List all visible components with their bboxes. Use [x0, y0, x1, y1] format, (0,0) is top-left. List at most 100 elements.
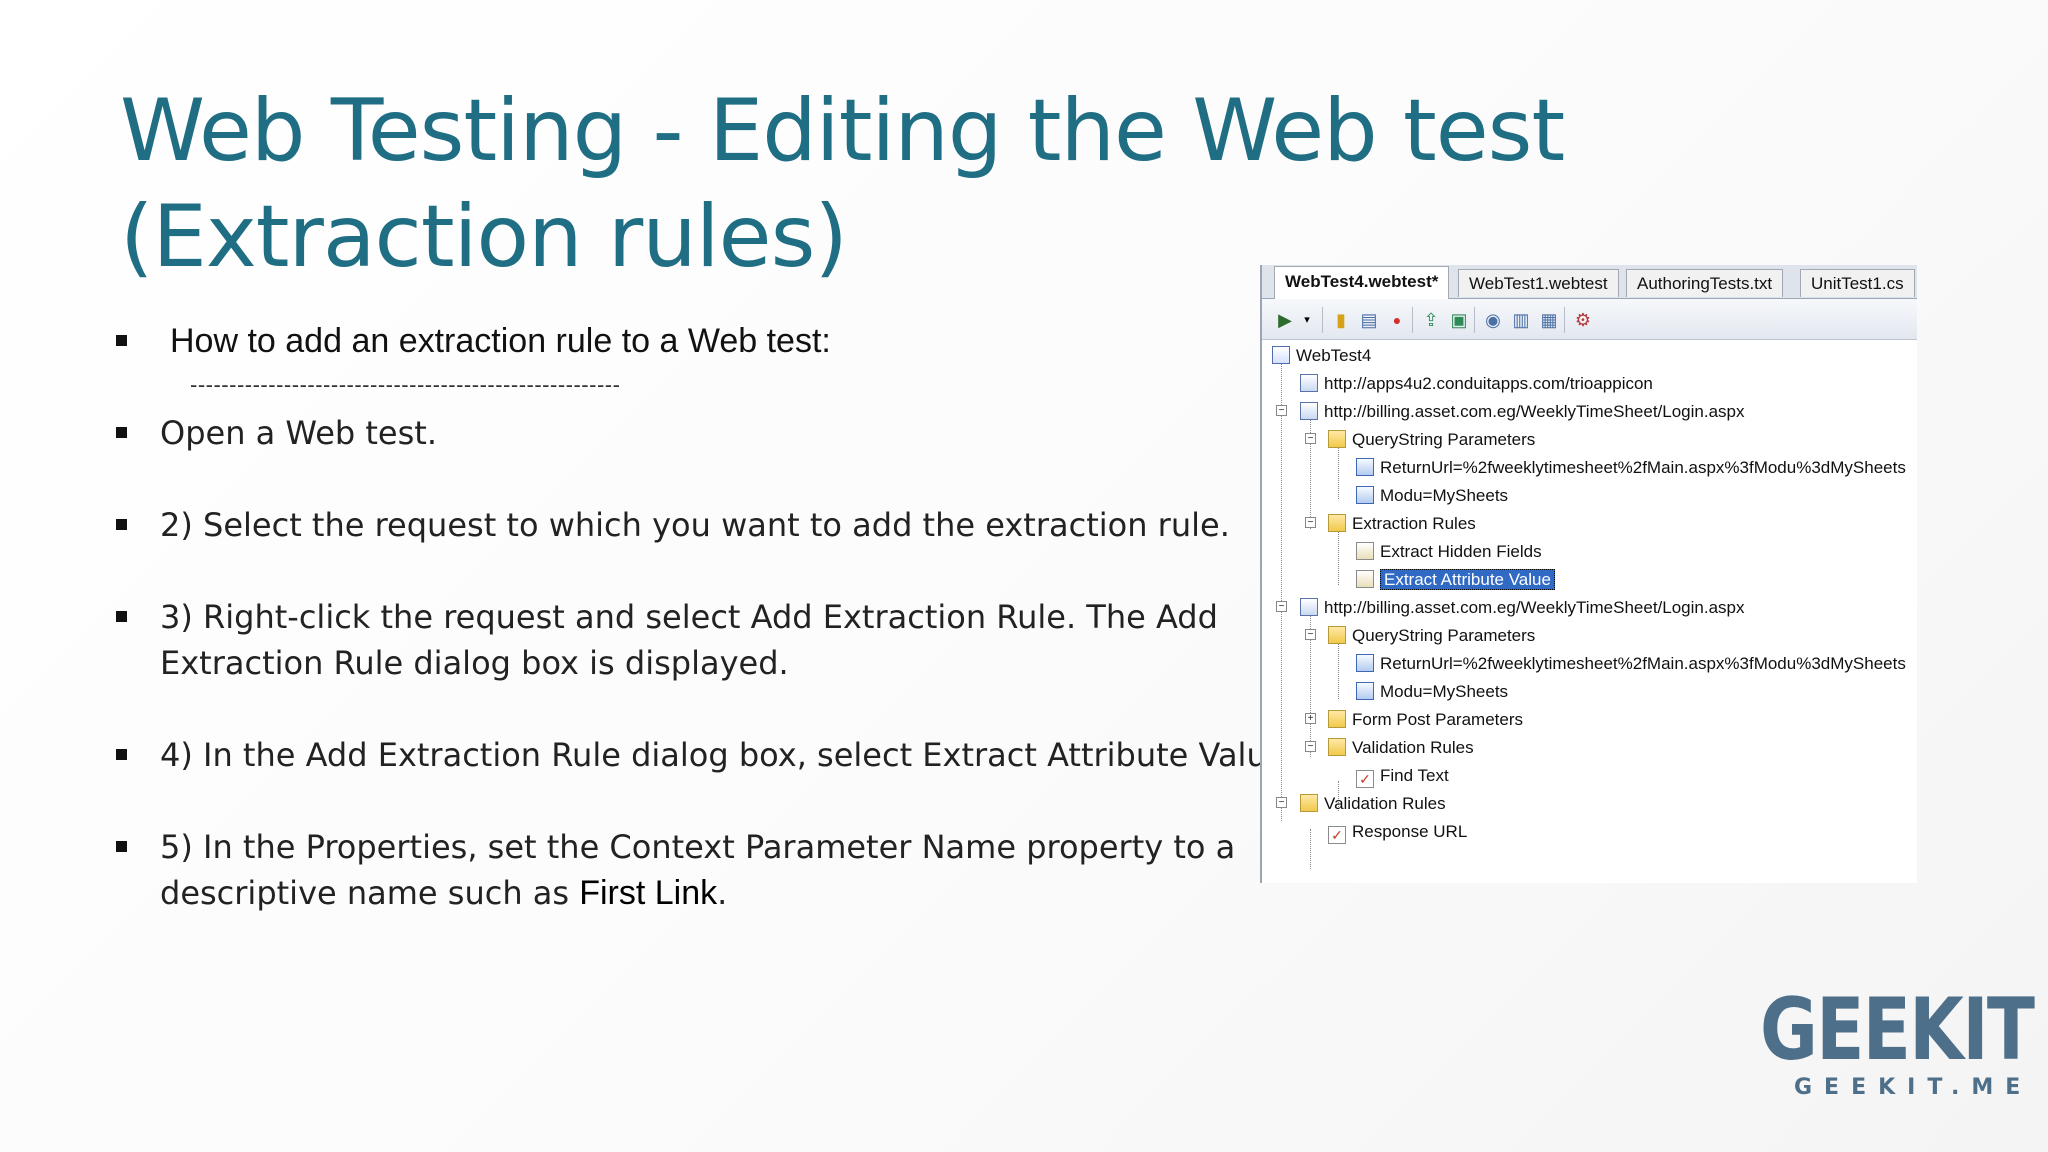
tree-node-label: Extract Hidden Fields	[1380, 542, 1542, 561]
collapse-toggle[interactable]: −	[1305, 629, 1316, 640]
bullet-marker	[116, 841, 127, 852]
slide-title: Web Testing - Editing the Web test (Extr…	[120, 78, 1565, 290]
tree-node-label: Modu=MySheets	[1380, 682, 1509, 701]
editor-tab-strip: WebTest4.webtest* WebTest1.webtest Autho…	[1262, 265, 1917, 299]
tree-connector	[1310, 829, 1311, 869]
tree-node-label: QueryString Parameters	[1352, 626, 1536, 645]
parameter-icon	[1356, 486, 1374, 504]
step-text: 3) Right-click the request and select Ad…	[160, 598, 1218, 636]
parameter-icon	[1356, 654, 1374, 672]
tree-node-validation-rule[interactable]: ✓ Find Text	[1356, 763, 1449, 789]
tree-node-querystring-folder[interactable]: QueryString Parameters	[1328, 427, 1535, 453]
bullet-marker	[116, 519, 127, 530]
extraction-rule-icon	[1356, 570, 1374, 588]
plugin-icon[interactable]: ⚙	[1572, 309, 1594, 331]
toolbar-separator	[1322, 307, 1323, 333]
tree-node-label: Validation Rules	[1324, 794, 1446, 813]
geekit-logo: GEEKIT GEEKIT.ME	[1752, 985, 2035, 1115]
bullet-marker	[116, 335, 127, 346]
bullet-marker	[116, 427, 127, 438]
tab-authoringtests[interactable]: AuthoringTests.txt	[1626, 269, 1784, 297]
heading-text: How to add an extraction rule to a Web t…	[170, 322, 831, 360]
tree-node-label: ReturnUrl=%2fweeklytimesheet%2fMain.aspx…	[1380, 654, 1906, 673]
tree-node-label: WebTest4	[1296, 346, 1372, 365]
tree-node-label: Validation Rules	[1352, 738, 1474, 757]
collapse-toggle[interactable]: −	[1305, 741, 1316, 752]
validation-rule-icon: ✓	[1356, 770, 1374, 788]
slide-title-line-1: Web Testing - Editing the Web test	[120, 81, 1565, 181]
tree-node-validation-folder[interactable]: Validation Rules	[1328, 735, 1474, 761]
step-text-cont: descriptive name such as First Link.	[160, 870, 727, 916]
tree-node-request[interactable]: http://billing.asset.com.eg/WeeklyTimeSh…	[1300, 595, 1745, 621]
folder-icon	[1328, 626, 1346, 644]
tree-node-parameter[interactable]: ReturnUrl=%2fweeklytimesheet%2fMain.aspx…	[1356, 455, 1906, 481]
request-icon	[1300, 374, 1318, 392]
tab-unittest1[interactable]: UnitTest1.cs	[1800, 269, 1915, 297]
tree-node-label: ReturnUrl=%2fweeklytimesheet%2fMain.aspx…	[1380, 458, 1906, 477]
collapse-toggle[interactable]: −	[1276, 797, 1287, 808]
tree-node-label: http://apps4u2.conduitapps.com/trioappic…	[1324, 374, 1653, 393]
step-text: 2) Select the request to which you want …	[160, 506, 1230, 544]
tree-node-formpost-folder[interactable]: Form Post Parameters	[1328, 707, 1523, 733]
folder-icon	[1328, 738, 1346, 756]
credentials-icon[interactable]: ▦	[1538, 309, 1560, 331]
tree-node-extraction-folder[interactable]: Extraction Rules	[1328, 511, 1476, 537]
folder-icon	[1328, 430, 1346, 448]
tab-webtest4[interactable]: WebTest4.webtest*	[1274, 266, 1450, 299]
insert-comment-icon[interactable]: ▣	[1448, 309, 1470, 331]
heading-divider: ----------------------------------------…	[190, 372, 621, 397]
tab-webtest1[interactable]: WebTest1.webtest	[1458, 269, 1619, 297]
collapse-toggle[interactable]: −	[1276, 601, 1287, 612]
collapse-toggle[interactable]: −	[1305, 517, 1316, 528]
insert-request-icon[interactable]: ⇪	[1420, 309, 1442, 331]
step-text: Extraction Rule dialog box is displayed.	[160, 644, 789, 682]
add-comment-icon[interactable]: ▮	[1330, 309, 1352, 331]
request-icon	[1300, 598, 1318, 616]
parameter-icon	[1356, 458, 1374, 476]
extraction-rule-icon	[1356, 542, 1374, 560]
tree-node-parameter[interactable]: Modu=MySheets	[1356, 679, 1508, 705]
toolbar-separator	[1412, 307, 1413, 333]
tree-node-parameter[interactable]: Modu=MySheets	[1356, 483, 1508, 509]
toolbar-separator	[1474, 307, 1475, 333]
tree-node-request[interactable]: http://apps4u2.conduitapps.com/trioappic…	[1300, 371, 1653, 397]
tree-node-validation-rule[interactable]: ✓ Response URL	[1328, 819, 1467, 845]
record-icon[interactable]: ●	[1386, 309, 1408, 331]
tree-node-label: Extract Attribute Value	[1380, 569, 1555, 590]
bullet-marker	[116, 749, 127, 760]
tree-node-extraction-rule[interactable]: Extract Hidden Fields	[1356, 539, 1542, 565]
expand-toggle[interactable]: +	[1305, 713, 1316, 724]
parameter-icon	[1356, 682, 1374, 700]
tree-node-extraction-rule-selected[interactable]: Extract Attribute Value	[1356, 567, 1555, 593]
tree-node-webtest4[interactable]: WebTest4	[1272, 343, 1371, 369]
parameterize-icon[interactable]: ▥	[1510, 309, 1532, 331]
tree-node-label: Modu=MySheets	[1380, 486, 1509, 505]
logo-wordmark: GEEKIT	[1760, 980, 2035, 1080]
tree-node-label: http://billing.asset.com.eg/WeeklyTimeSh…	[1324, 598, 1745, 617]
tree-node-label: Find Text	[1380, 766, 1449, 785]
tree-node-request[interactable]: http://billing.asset.com.eg/WeeklyTimeSh…	[1300, 399, 1745, 425]
tree-node-label: http://billing.asset.com.eg/WeeklyTimeSh…	[1324, 402, 1745, 421]
collapse-toggle[interactable]: −	[1276, 405, 1287, 416]
webtest-icon	[1272, 346, 1290, 364]
tree-node-label: Extraction Rules	[1352, 514, 1476, 533]
step-text-period: .	[717, 874, 728, 912]
extract-icon[interactable]: ◉	[1482, 309, 1504, 331]
collapse-toggle[interactable]: −	[1305, 433, 1316, 444]
folder-icon	[1328, 514, 1346, 532]
tree-connector	[1281, 361, 1282, 821]
dropdown-arrow-icon[interactable]: ▾	[1296, 309, 1318, 331]
step-text: Open a Web test.	[160, 414, 437, 452]
folder-icon	[1300, 794, 1318, 812]
toolbar-separator	[1564, 307, 1565, 333]
tree-node-querystring-folder[interactable]: QueryString Parameters	[1328, 623, 1535, 649]
tree-node-validation-folder[interactable]: Validation Rules	[1300, 791, 1446, 817]
step-text: 5) In the Properties, set the Context Pa…	[160, 828, 1236, 866]
bullet-marker	[116, 611, 127, 622]
add-request-icon[interactable]: ▤	[1358, 309, 1380, 331]
step-text: 4) In the Add Extraction Rule dialog box…	[160, 736, 1297, 774]
run-icon[interactable]: ▶	[1274, 309, 1296, 331]
tree-node-parameter[interactable]: ReturnUrl=%2fweeklytimesheet%2fMain.aspx…	[1356, 651, 1906, 677]
validation-rule-icon: ✓	[1328, 826, 1346, 844]
step-text-prefix: descriptive name such as	[160, 874, 580, 912]
